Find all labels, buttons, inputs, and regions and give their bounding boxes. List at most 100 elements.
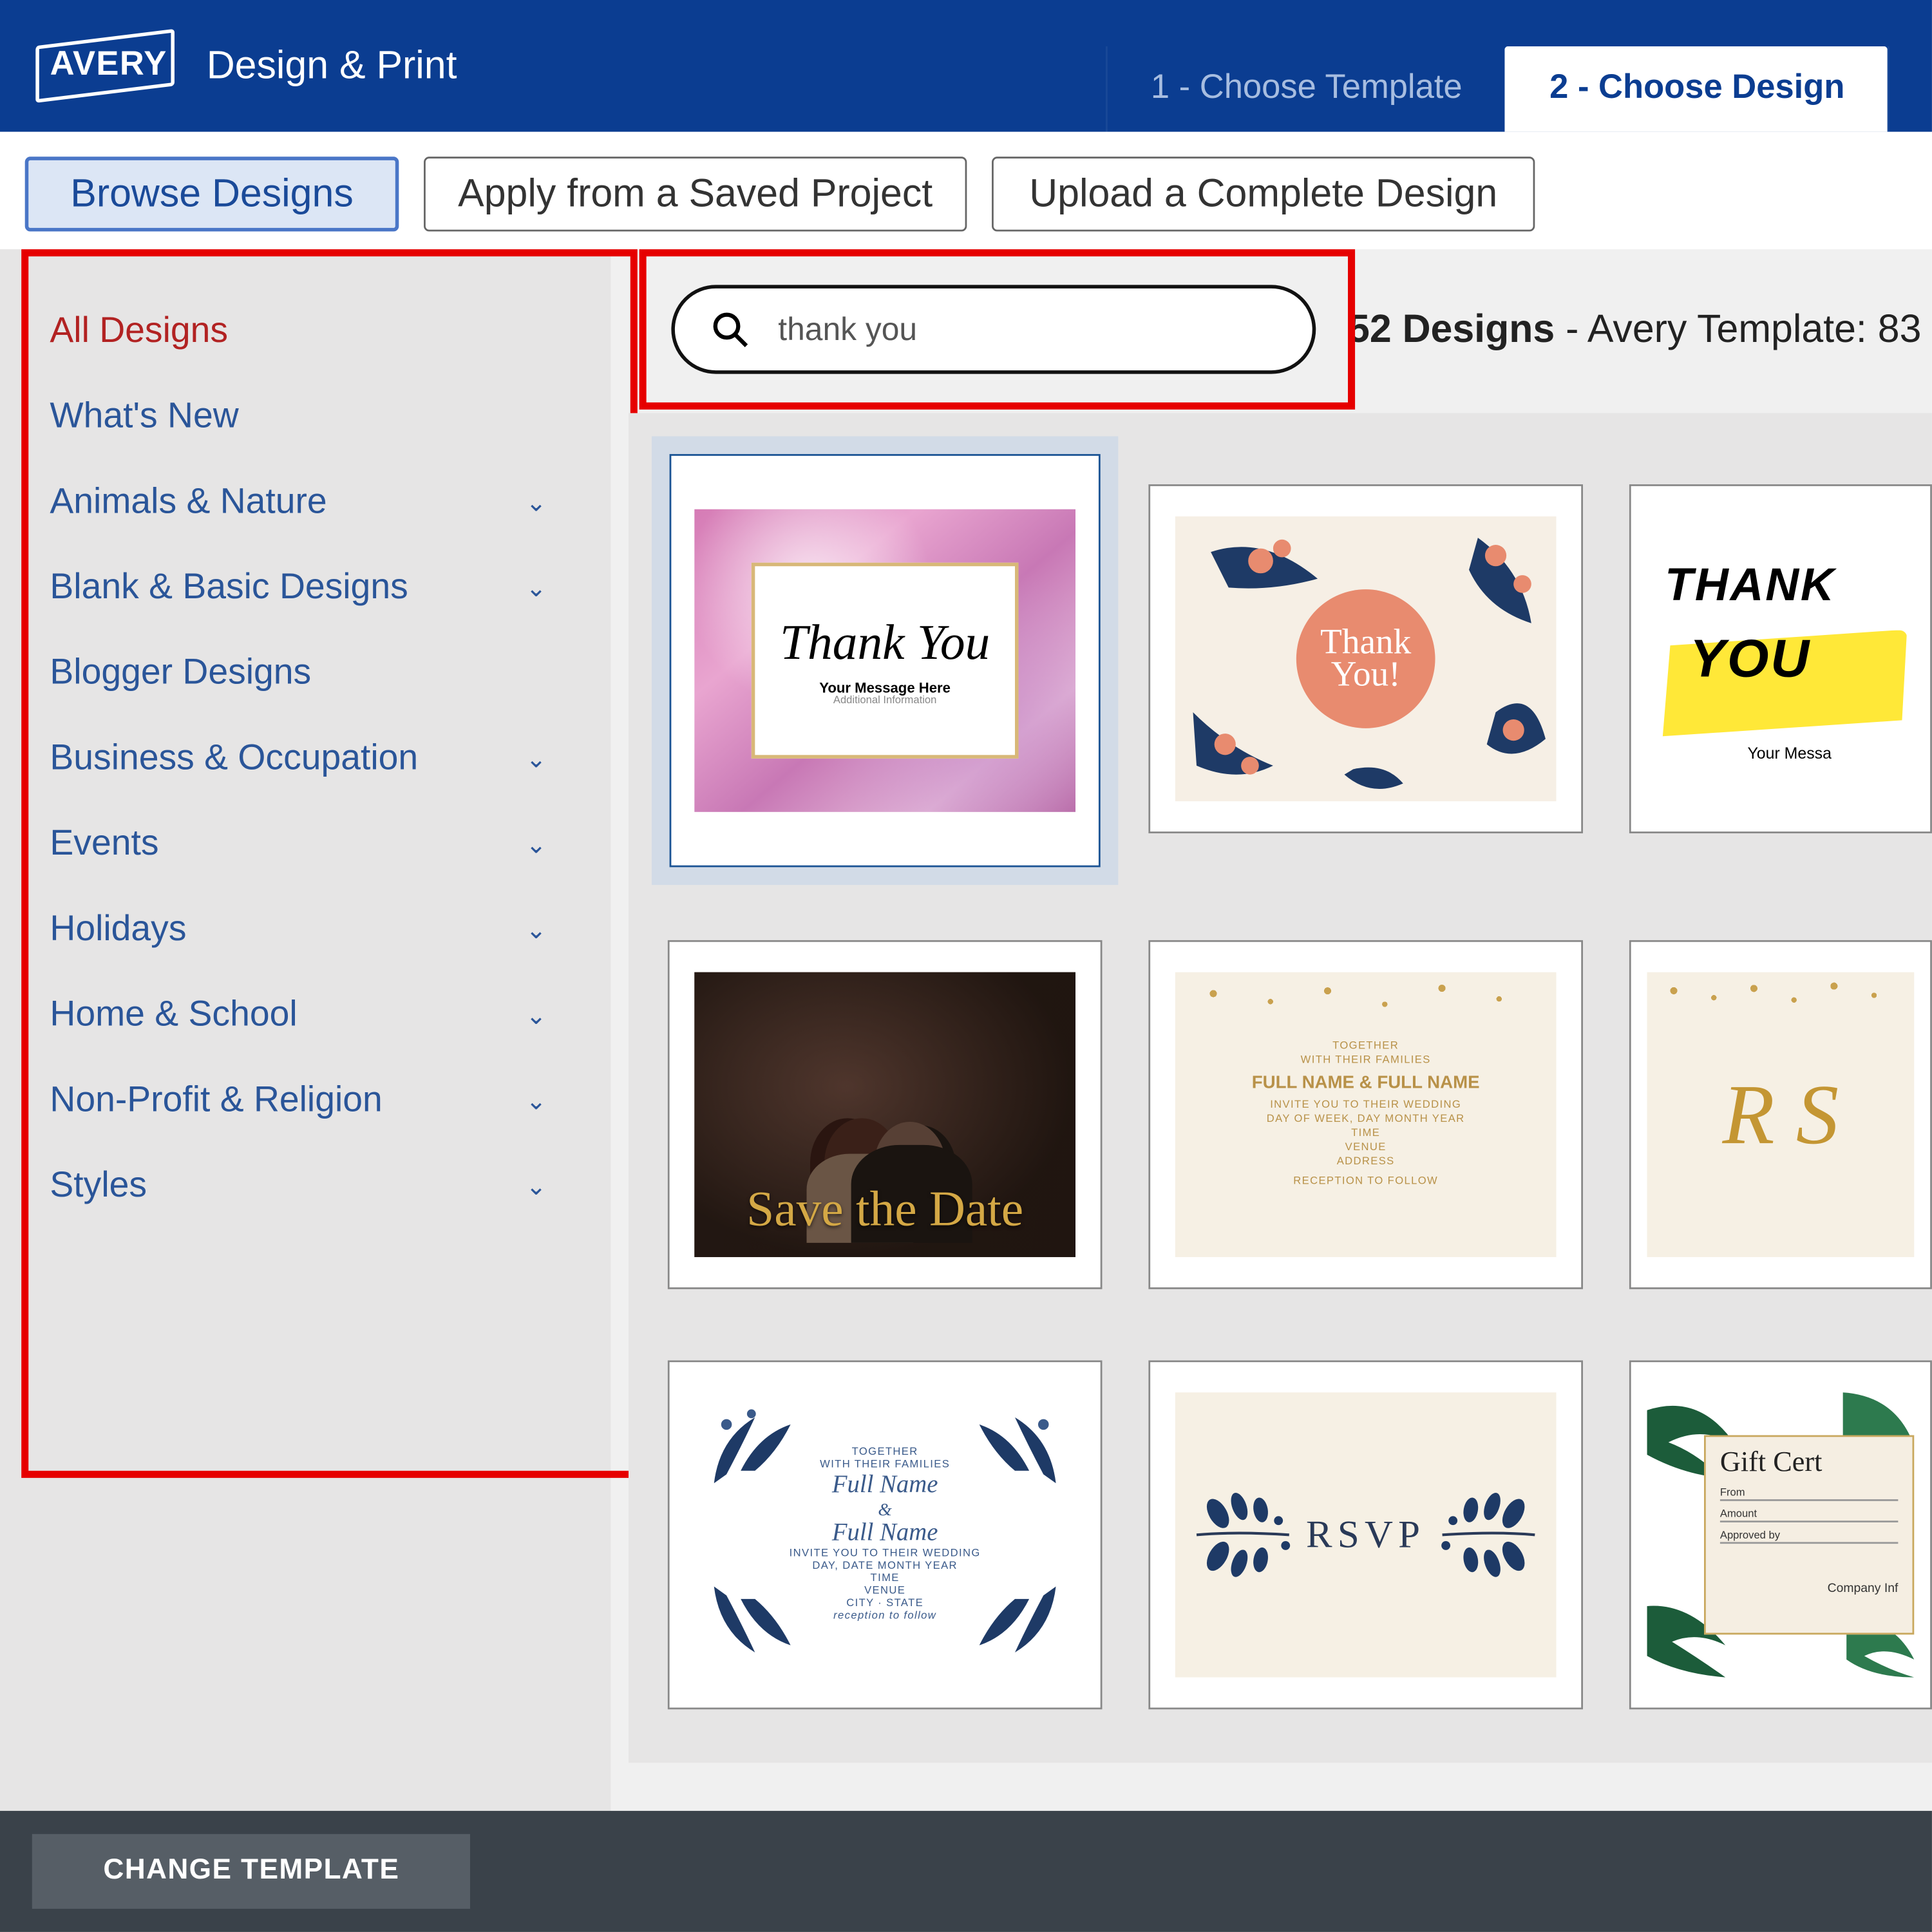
search-input[interactable] <box>778 310 1241 348</box>
sidebar-item-label: Home & School <box>50 994 297 1036</box>
step-tab-1[interactable]: 1 - Choose Template <box>1106 46 1505 132</box>
card-text: reception to follow <box>833 1611 936 1622</box>
card-text: WITH THEIR FAMILIES <box>820 1460 950 1471</box>
design-card[interactable]: Thank You! <box>1148 484 1583 833</box>
sidebar-item-label: Animals & Nature <box>50 482 327 523</box>
results-summary: 52 Designs - Avery Template: 83 <box>1348 307 1921 353</box>
logo-text: AVERY <box>32 30 185 102</box>
card-text: Amount <box>1720 1510 1757 1521</box>
footer-bar: CHANGE TEMPLATE <box>0 1811 1932 1932</box>
card-text: Full Name <box>832 1472 938 1500</box>
sidebar-item-blank[interactable]: Blank & Basic Designs ⌄ <box>50 545 600 630</box>
sidebar-item-all-designs[interactable]: All Designs <box>50 289 600 374</box>
sidebar-item-animals[interactable]: Animals & Nature ⌄ <box>50 459 600 545</box>
card-text: DAY OF WEEK, DAY MONTH YEAR <box>1267 1115 1465 1126</box>
sidebar-item-label: Events <box>50 824 158 865</box>
sidebar-item-label: Non-Profit & Religion <box>50 1080 382 1121</box>
card-text: FULL NAME & FULL NAME <box>1252 1074 1480 1093</box>
change-template-button[interactable]: CHANGE TEMPLATE <box>32 1834 471 1909</box>
sidebar-item-label: Blogger Designs <box>50 652 311 694</box>
sidebar-item-whats-new[interactable]: What's New <box>50 374 600 460</box>
main-area: All Designs What's New Animals & Nature … <box>0 249 1932 1813</box>
card-text: WITH THEIR FAMILIES <box>1301 1056 1431 1067</box>
category-sidebar: All Designs What's New Animals & Nature … <box>0 249 611 1813</box>
card-text: Company Inf <box>1828 1583 1899 1595</box>
card-text: VENUE <box>864 1587 905 1598</box>
card-text: R S <box>1723 1066 1839 1164</box>
search-box[interactable] <box>671 285 1316 374</box>
card-text: TOGETHER <box>1332 1041 1399 1052</box>
card-text: You! <box>1331 659 1401 691</box>
sidebar-item-label: Blank & Basic Designs <box>50 567 408 609</box>
card-text: Your Messa <box>1665 743 1914 761</box>
card-text: TIME <box>871 1574 900 1585</box>
card-title: Thank You <box>780 615 990 672</box>
chevron-down-icon: ⌄ <box>526 999 546 1030</box>
design-card[interactable]: RSVP <box>1148 1360 1583 1709</box>
sidebar-item-label: All Designs <box>50 310 228 352</box>
sidebar-item-events[interactable]: Events ⌄ <box>50 801 600 887</box>
card-text: Additional Information <box>833 696 936 706</box>
search-icon <box>710 310 750 349</box>
card-text: YOU <box>1690 629 1811 690</box>
card-text: TOGETHER <box>852 1448 918 1459</box>
sidebar-item-home-school[interactable]: Home & School ⌄ <box>50 972 600 1058</box>
card-text: INVITE YOU TO THEIR WEDDING <box>1270 1101 1461 1112</box>
card-text: ADDRESS <box>1337 1157 1395 1168</box>
card-text: From <box>1720 1488 1745 1499</box>
card-text: Approved by <box>1720 1531 1780 1542</box>
upload-design-tab[interactable]: Upload a Complete Design <box>992 156 1535 231</box>
card-text: Save the Date <box>746 1182 1023 1239</box>
card-text: Thank <box>1320 627 1411 659</box>
browse-designs-tab[interactable]: Browse Designs <box>25 156 399 231</box>
card-text: & <box>878 1500 892 1519</box>
chevron-down-icon: ⌄ <box>526 743 546 773</box>
card-text: CITY · STATE <box>846 1599 923 1610</box>
sidebar-item-styles[interactable]: Styles ⌄ <box>50 1143 600 1229</box>
design-card[interactable]: TOGETHER WITH THEIR FAMILIES Full Name &… <box>668 1360 1103 1709</box>
content-area: 52 Designs - Avery Template: 83 Thank Yo… <box>611 249 1932 1813</box>
card-text: RECEPTION TO FOLLOW <box>1293 1177 1438 1188</box>
app-header: AVERY Design & Print 1 - Choose Template… <box>0 0 1932 132</box>
apply-saved-tab[interactable]: Apply from a Saved Project <box>424 156 967 231</box>
step-tab-3[interactable]: 3 <box>1888 46 1932 132</box>
card-text: RSVP <box>1306 1511 1425 1558</box>
design-card[interactable]: THANK YOU Your Messa <box>1629 484 1932 833</box>
design-card[interactable]: Gift Cert From Amount Approved by Compan… <box>1629 1360 1932 1709</box>
sidebar-item-label: Styles <box>50 1166 147 1207</box>
sidebar-item-label: Business & Occupation <box>50 738 418 779</box>
card-text: Full Name <box>832 1520 938 1548</box>
card-text: TIME <box>1351 1129 1380 1140</box>
card-text: VENUE <box>1345 1143 1387 1154</box>
card-text: INVITE YOU TO THEIR WEDDING <box>790 1549 981 1560</box>
design-card[interactable]: Thank You Your Message Here Additional I… <box>668 452 1103 869</box>
sidebar-item-label: Holidays <box>50 909 186 950</box>
sidebar-item-holidays[interactable]: Holidays ⌄ <box>50 887 600 972</box>
card-text: Your Message Here <box>819 679 951 696</box>
card-text: DAY, DATE MONTH YEAR <box>812 1562 958 1573</box>
chevron-down-icon: ⌄ <box>526 487 546 517</box>
search-row: 52 Designs - Avery Template: 83 <box>629 249 1932 413</box>
product-name: Design & Print <box>207 43 457 89</box>
design-grid: Thank You Your Message Here Additional I… <box>629 413 1932 1763</box>
sidebar-item-label: What's New <box>50 396 238 437</box>
chevron-down-icon: ⌄ <box>526 1171 546 1201</box>
design-card[interactable]: R S <box>1629 940 1932 1289</box>
chevron-down-icon: ⌄ <box>526 573 546 603</box>
chevron-down-icon: ⌄ <box>526 829 546 859</box>
sidebar-item-business[interactable]: Business & Occupation ⌄ <box>50 715 600 801</box>
results-count: 52 Designs <box>1348 307 1555 351</box>
card-title: Gift Cert <box>1720 1448 1898 1480</box>
action-row: Browse Designs Apply from a Saved Projec… <box>0 132 1932 249</box>
chevron-down-icon: ⌄ <box>526 1085 546 1115</box>
design-card[interactable]: TOGETHER WITH THEIR FAMILIES FULL NAME &… <box>1148 940 1583 1289</box>
chevron-down-icon: ⌄ <box>526 914 546 945</box>
design-card[interactable]: Save the Date <box>668 940 1103 1289</box>
sidebar-item-blogger[interactable]: Blogger Designs <box>50 630 600 716</box>
step-tabs: 1 - Choose Template 2 - Choose Design 3 <box>1106 46 1932 132</box>
logo: AVERY Design & Print <box>32 30 457 102</box>
results-suffix: - Avery Template: 83 <box>1555 307 1921 351</box>
sidebar-item-nonprofit[interactable]: Non-Profit & Religion ⌄ <box>50 1057 600 1143</box>
card-text: THANK <box>1665 556 1914 612</box>
step-tab-2[interactable]: 2 - Choose Design <box>1505 46 1888 132</box>
